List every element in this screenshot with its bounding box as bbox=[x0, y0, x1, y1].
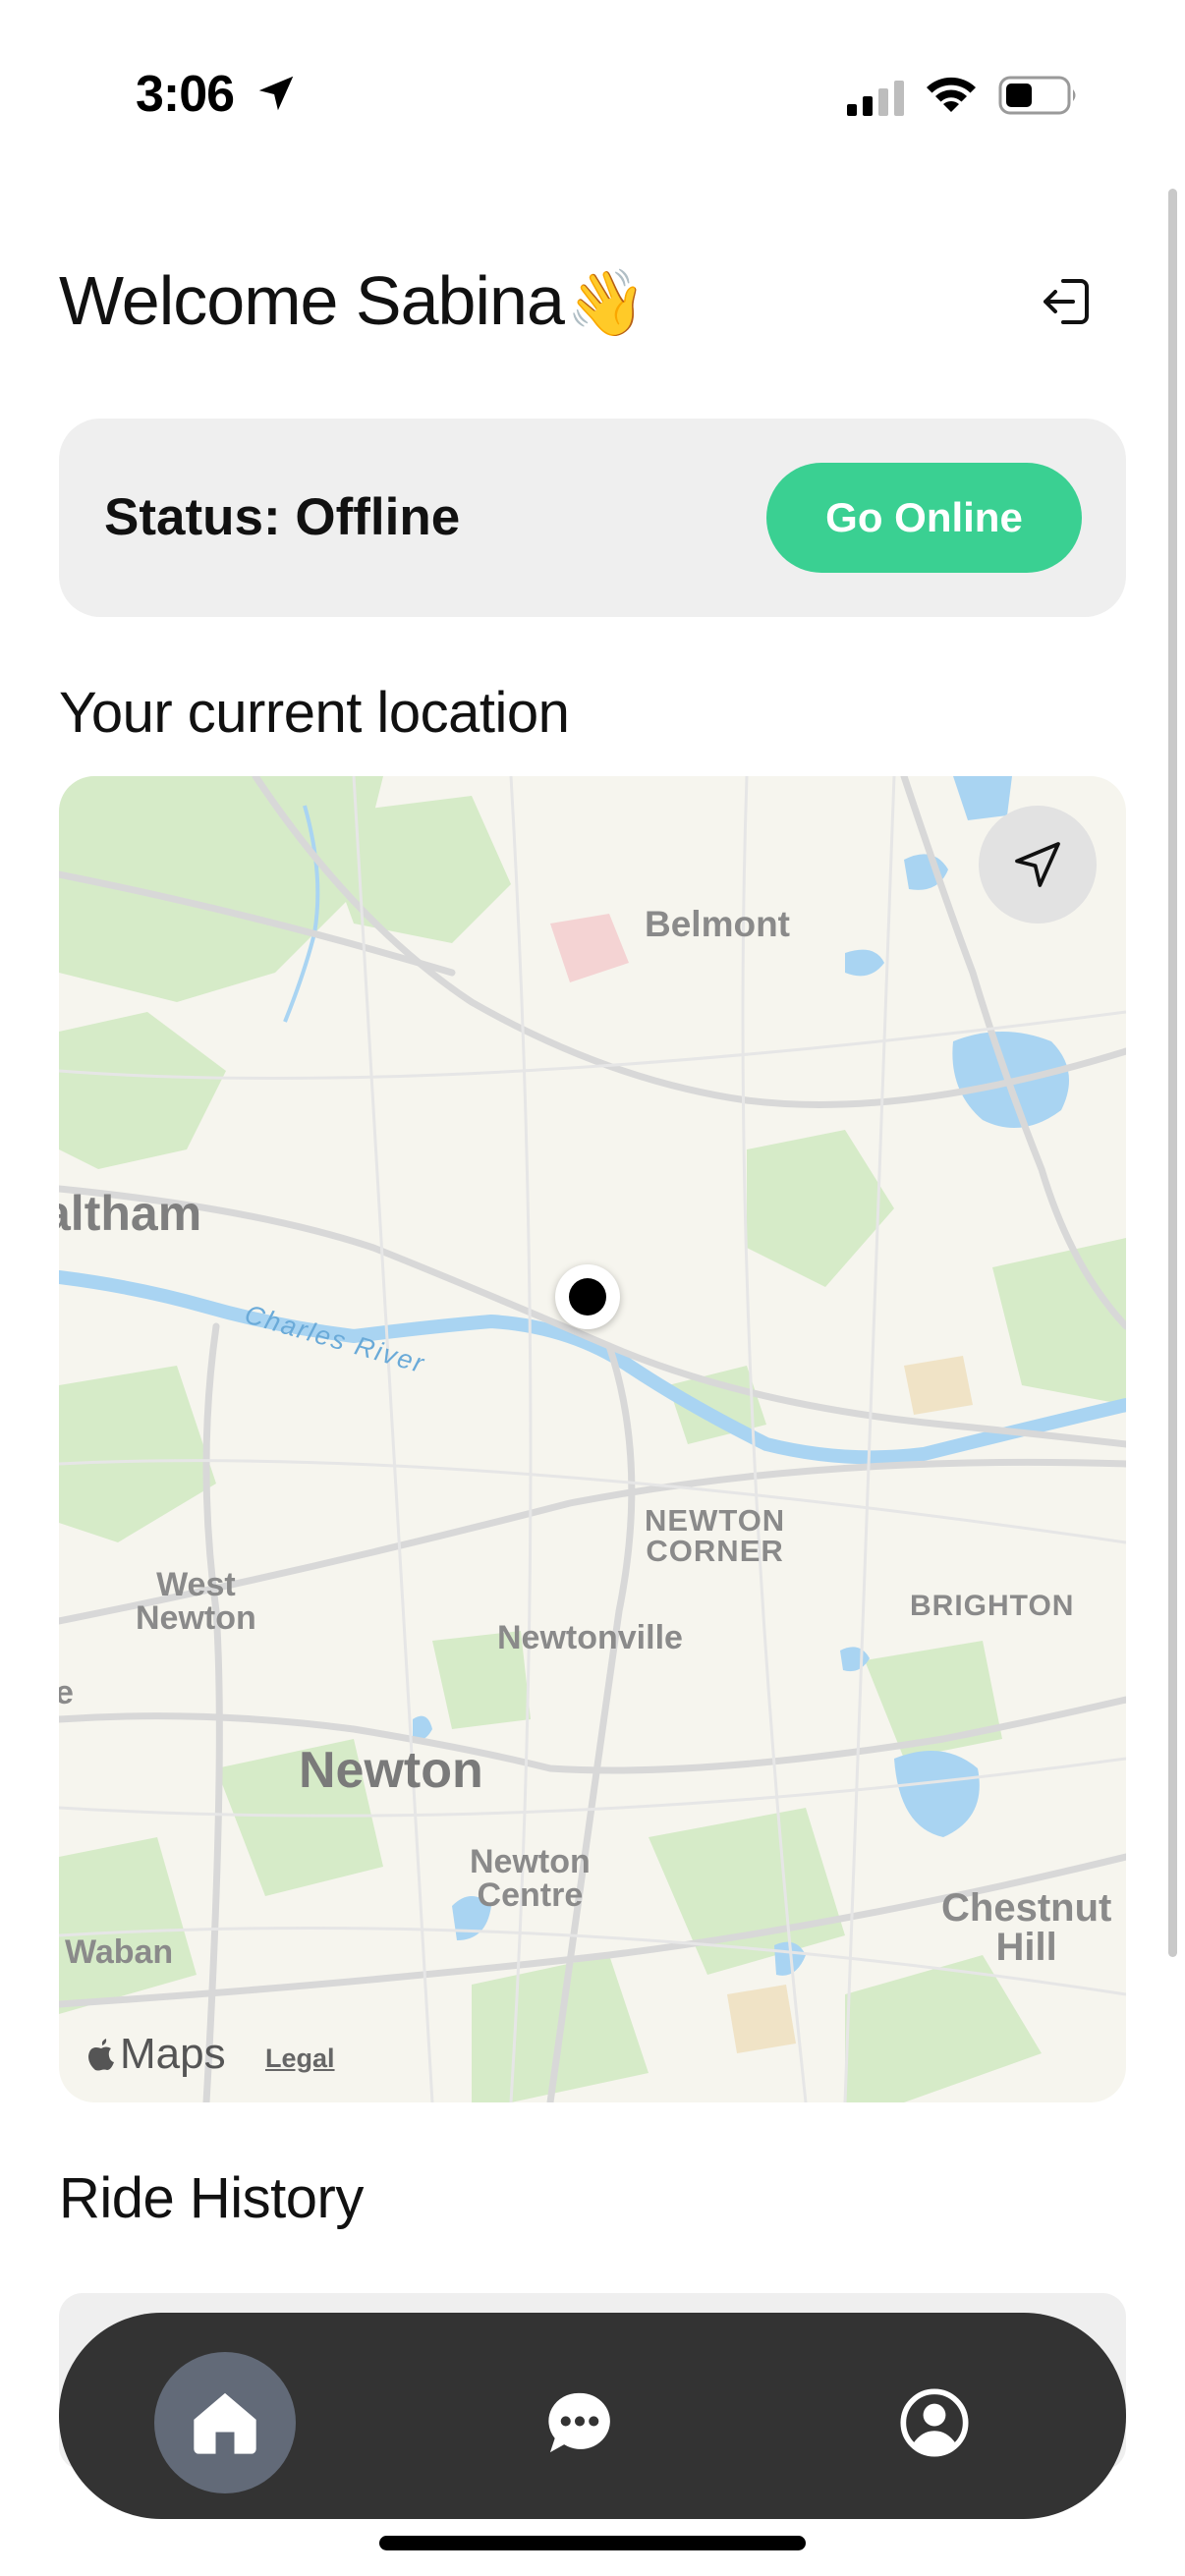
map-label-newton-corner-line1: NEWTON bbox=[645, 1503, 786, 1538]
go-online-button[interactable]: Go Online bbox=[766, 463, 1082, 573]
tab-profile[interactable] bbox=[864, 2352, 1005, 2493]
location-map[interactable]: Belmont altham Charles River NEWTON CORN… bbox=[59, 776, 1126, 2102]
home-indicator[interactable] bbox=[379, 2536, 806, 2550]
map-label-chestnut-line1: Chestnut bbox=[941, 1886, 1112, 1930]
map-label-waban: Waban bbox=[65, 1933, 174, 1971]
map-label-newton: Newton bbox=[299, 1742, 483, 1799]
map-label-newtonville: Newtonville bbox=[497, 1619, 683, 1656]
wifi-icon bbox=[927, 77, 976, 112]
battery-icon bbox=[998, 76, 1076, 115]
map-legal-link[interactable]: Legal bbox=[265, 2044, 335, 2074]
waving-hand-icon: 👋 bbox=[566, 266, 648, 339]
map-label-waltham: altham bbox=[59, 1186, 202, 1241]
welcome-heading: Welcome Sabina bbox=[59, 262, 565, 339]
status-label: Status: Offline bbox=[104, 488, 461, 546]
maps-wordmark: Maps bbox=[120, 2030, 226, 2078]
location-section-title: Your current location bbox=[59, 681, 570, 745]
status-time: 3:06 bbox=[136, 66, 235, 123]
map-label-chestnut-line2: Hill bbox=[995, 1926, 1057, 1969]
tab-messages[interactable] bbox=[509, 2352, 650, 2493]
map-label-brighton: BRIGHTON bbox=[910, 1590, 1075, 1622]
map-label-belmont: Belmont bbox=[645, 904, 790, 944]
home-icon bbox=[194, 2392, 256, 2454]
map-label-west-newton-line1: West bbox=[156, 1566, 236, 1603]
chat-icon bbox=[548, 2392, 610, 2453]
map-label-newton-centre-line1: Newton bbox=[470, 1843, 591, 1880]
scroll-indicator[interactable] bbox=[1168, 189, 1177, 1957]
current-location-pin bbox=[555, 1264, 620, 1329]
driver-home-screen: 3:06 Welcome Sabina 👋 Status: Offline Go… bbox=[0, 0, 1185, 2576]
location-arrow-icon bbox=[258, 76, 294, 111]
tab-home[interactable] bbox=[154, 2352, 296, 2493]
recenter-location-button[interactable] bbox=[979, 806, 1097, 924]
map-label-chestnut-hill: Chestnut Hill bbox=[941, 1888, 1111, 1967]
ride-history-title: Ride History bbox=[59, 2166, 364, 2230]
map-label-newton-corner-line2: CORNER bbox=[646, 1534, 784, 1568]
navigation-arrow-icon bbox=[1015, 842, 1060, 887]
driver-status-card: Status: Offline Go Online bbox=[59, 419, 1126, 617]
logout-icon[interactable] bbox=[1040, 273, 1093, 330]
map-label-newton-centre-line2: Centre bbox=[477, 1876, 584, 1914]
cellular-signal-icon bbox=[847, 81, 904, 116]
bottom-tab-bar bbox=[59, 2313, 1126, 2519]
map-label-edge: e bbox=[59, 1674, 74, 1711]
map-label-newton-centre: Newton Centre bbox=[470, 1845, 591, 1912]
apple-logo-icon bbox=[88, 2039, 114, 2071]
map-label-newton-corner: NEWTON CORNER bbox=[645, 1505, 785, 1566]
apple-maps-logo: Maps bbox=[86, 2030, 226, 2079]
map-label-west-newton-line2: Newton bbox=[136, 1599, 256, 1637]
profile-icon bbox=[900, 2388, 969, 2457]
map-label-west-newton: West Newton bbox=[136, 1568, 256, 1635]
status-bar: 3:06 bbox=[0, 0, 1185, 187]
